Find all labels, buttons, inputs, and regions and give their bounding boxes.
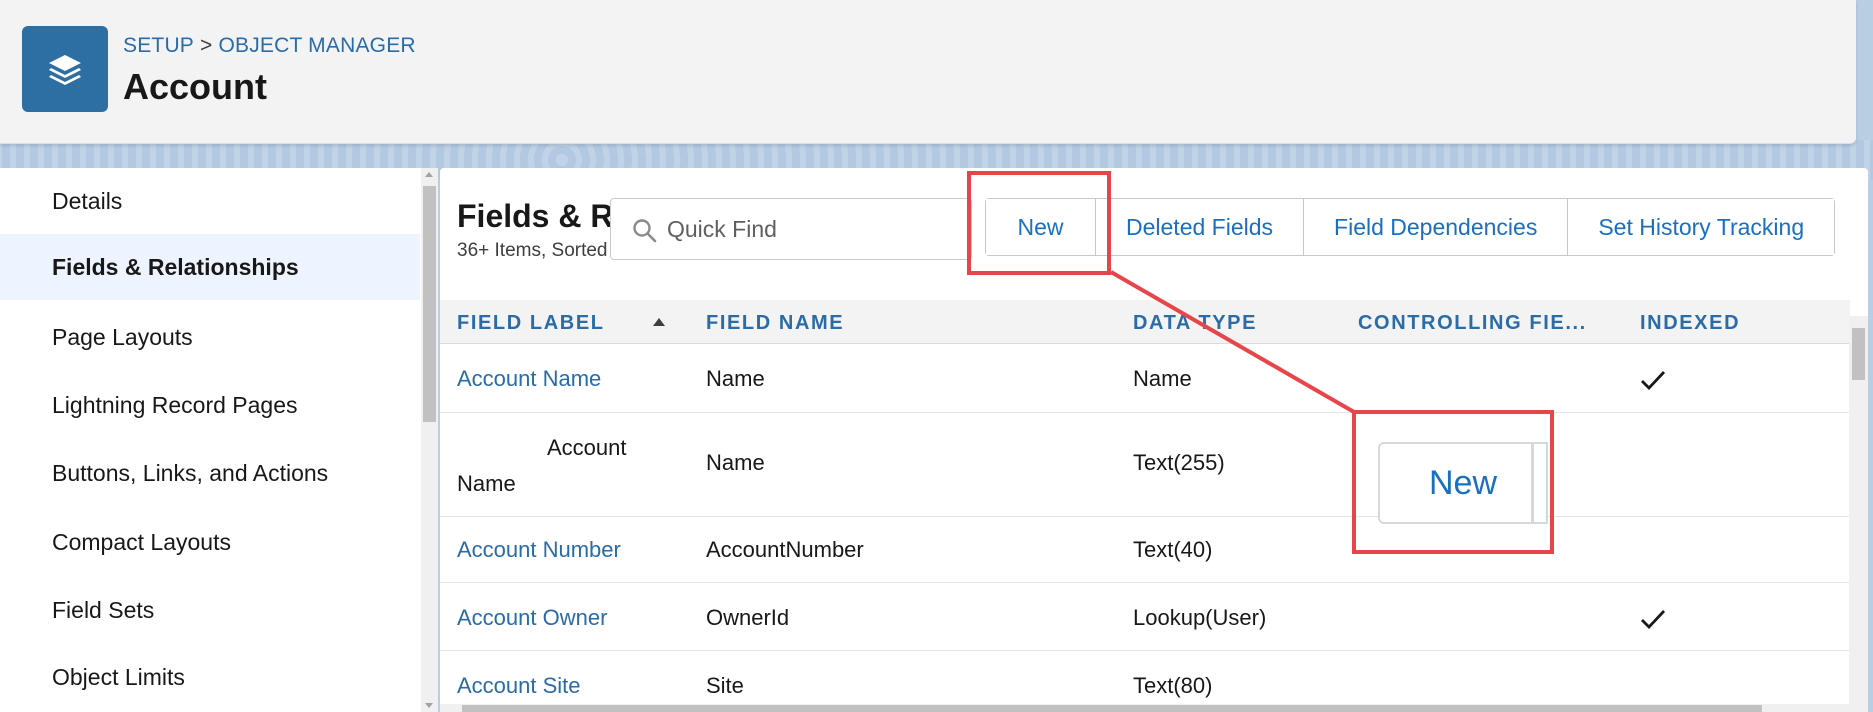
field-label-link[interactable]: Account Owner (457, 605, 607, 631)
column-header-field-name[interactable]: FIELD NAME (706, 312, 844, 335)
breadcrumb-object-manager-link[interactable]: OBJECT MANAGER (218, 34, 415, 57)
toolbar-button-group: New Deleted Fields Field Dependencies Se… (985, 198, 1836, 256)
table-horizontal-scrollbar[interactable] (440, 704, 1849, 712)
set-history-tracking-button[interactable]: Set History Tracking (1568, 199, 1835, 255)
sidebar-scroll-thumb[interactable] (423, 186, 436, 422)
sidebar-item-buttons-links-actions[interactable]: Buttons, Links, and Actions (0, 440, 420, 506)
checkmark-icon (1641, 610, 1666, 630)
field-label-line2: Name (457, 471, 516, 496)
search-placeholder: Quick Find (667, 215, 777, 242)
field-name: Name (706, 366, 765, 391)
layers-icon (22, 26, 108, 112)
data-type: Lookup(User) (1133, 605, 1267, 630)
sidebar-nav: Details Fields & Relationships Page Layo… (0, 168, 423, 712)
sidebar-item-lightning-record-pages[interactable]: Lightning Record Pages (0, 372, 420, 438)
column-header-field-label[interactable]: FIELD LABEL (457, 312, 605, 335)
breadcrumb-separator: > (200, 34, 213, 57)
column-header-indexed[interactable]: INDEXED (1640, 312, 1740, 335)
table-row: Account Name Name Name (440, 345, 1850, 413)
search-input[interactable]: Quick Find (610, 198, 972, 260)
breadcrumb: SETUP > OBJECT MANAGER (123, 34, 416, 58)
table-header: FIELD LABEL FIELD NAME DATA TYPE CONTROL… (440, 300, 1850, 344)
data-type: Text(40) (1133, 537, 1213, 562)
deleted-fields-button[interactable]: Deleted Fields (1096, 199, 1305, 255)
sidebar-item-field-sets[interactable]: Field Sets (0, 577, 420, 643)
scroll-down-arrow-icon[interactable] (425, 703, 433, 708)
field-label-link[interactable]: Account Number (457, 537, 621, 563)
sidebar-item-object-limits[interactable]: Object Limits (0, 644, 420, 710)
data-type: Name (1133, 366, 1192, 391)
data-type: Text(80) (1133, 673, 1213, 698)
highlight-box-zoom (1352, 410, 1554, 554)
sort-ascending-icon[interactable] (653, 318, 665, 326)
table-row: Account Number AccountNumber Text(40) (440, 517, 1850, 583)
field-name: OwnerId (706, 605, 790, 630)
field-dependencies-button[interactable]: Field Dependencies (1304, 199, 1569, 255)
field-label-link[interactable]: Account Name (457, 366, 601, 392)
field-label-line1: Account (547, 435, 627, 460)
column-header-controlling-field[interactable]: CONTROLLING FIE... (1358, 312, 1587, 335)
table-row: Account Owner OwnerId Lookup(User) (440, 583, 1850, 651)
field-label-link[interactable]: Account Site (457, 673, 581, 699)
section-title: Fields & R (457, 198, 614, 234)
checkmark-icon (1641, 371, 1666, 391)
table-vertical-scrollbar[interactable] (1849, 316, 1868, 712)
page-title: Account (123, 66, 267, 107)
sidebar-item-compact-layouts[interactable]: Compact Layouts (0, 509, 420, 575)
table-scroll-thumb[interactable] (1852, 328, 1865, 380)
search-icon (632, 218, 658, 250)
data-type: Text(255) (1133, 450, 1225, 475)
main-panel: Fields & R 36+ Items, Sorted by Field La… (440, 168, 1868, 712)
sidebar-scrollbar[interactable] (421, 168, 438, 712)
sidebar-item-details[interactable]: Details (0, 168, 420, 234)
field-name: AccountNumber (706, 537, 864, 562)
scroll-up-arrow-icon[interactable] (425, 172, 433, 177)
sidebar-item-page-layouts[interactable]: Page Layouts (0, 304, 420, 370)
column-header-data-type[interactable]: DATA TYPE (1133, 312, 1257, 335)
highlight-box-new-button (967, 171, 1111, 275)
breadcrumb-setup-link[interactable]: SETUP (123, 34, 194, 57)
field-name: Site (706, 673, 744, 698)
page-header: SETUP > OBJECT MANAGER Account (0, 0, 1856, 144)
table-hscroll-thumb[interactable] (462, 705, 1762, 712)
table-row: Account Name Name Text(255) (440, 413, 1850, 517)
table-row: Account Site Site Text(80) (440, 651, 1850, 712)
field-name: Name (706, 450, 765, 475)
sidebar-item-fields-relationships[interactable]: Fields & Relationships (0, 234, 420, 300)
